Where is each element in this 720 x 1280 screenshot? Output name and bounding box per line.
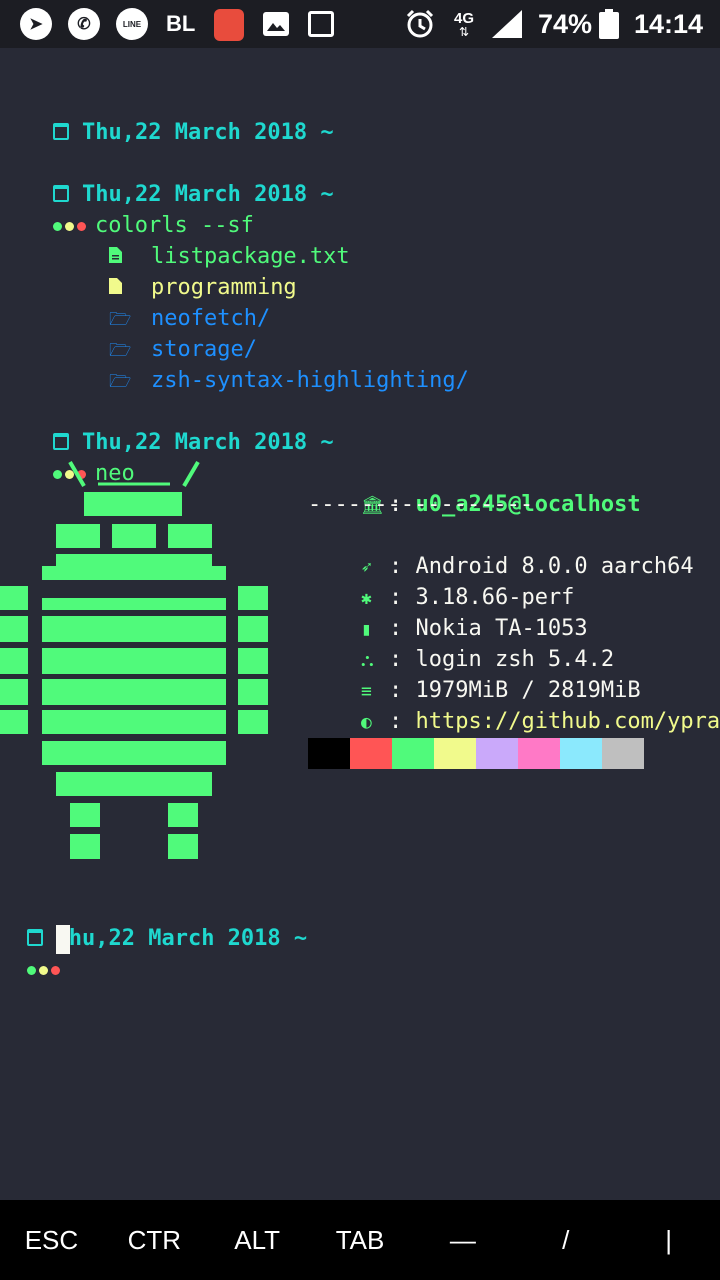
github-icon: ◐ xyxy=(360,712,372,733)
neofetch-memory: ≡: 1979MiB / 2819MiB xyxy=(308,644,641,703)
slash-key[interactable]: / xyxy=(514,1200,617,1280)
command-line: neo xyxy=(0,427,135,486)
network-indicator: 4G ⇅ xyxy=(453,9,474,39)
app-red-icon xyxy=(214,9,244,41)
alarm-icon xyxy=(404,8,436,40)
battery-icon xyxy=(598,8,620,40)
neofetch-os: ➶: Android 8.0.0 aarch64 xyxy=(308,520,694,579)
gallery-icon xyxy=(262,8,290,40)
pipe-key[interactable]: | xyxy=(617,1200,720,1280)
list-item: 🗁 storage/ xyxy=(56,303,257,362)
clock: 14:14 xyxy=(634,8,704,39)
prompt-date-line: Thu,22 March 2018 ~ xyxy=(0,148,334,207)
prompt-date-line: Thu,22 March 2018 ~ xyxy=(0,396,334,455)
list-item: programming xyxy=(56,241,297,300)
neofetch-separator: ----------------- xyxy=(308,492,534,517)
dash-key[interactable]: — xyxy=(411,1200,514,1280)
palette-swatch xyxy=(518,738,560,769)
prompt-date-line: Thu,22 March 2018 ~ xyxy=(0,86,334,145)
palette-swatch xyxy=(602,738,644,769)
folder-icon: 🗁 xyxy=(108,371,132,392)
prompt-dots-icon xyxy=(26,953,69,984)
calendar-icon xyxy=(52,122,69,140)
palette-swatch xyxy=(476,738,518,769)
alt-key[interactable]: ALT xyxy=(206,1200,309,1280)
neofetch-github: ◐: https://github.com/ypraw xyxy=(308,675,720,734)
status-bar: ➤ ✆ LINE BL 4G ⇅ 74% 14:14 xyxy=(0,0,720,48)
signal-icon xyxy=(490,8,524,40)
command-line: colorls --sf xyxy=(0,179,254,238)
list-item: listpackage.txt xyxy=(56,210,350,269)
esc-key[interactable]: ESC xyxy=(0,1200,103,1280)
palette-swatch xyxy=(308,738,350,769)
telegram-icon: ➤ xyxy=(20,8,52,40)
line-icon: LINE xyxy=(116,8,148,40)
palette-swatch xyxy=(434,738,476,769)
palette-swatch xyxy=(350,738,392,769)
list-item: 🗁 zsh-syntax-highlighting/ xyxy=(56,334,469,393)
extra-keys-bar: ESC CTR ALT TAB — / | xyxy=(0,1200,720,1280)
bl-icon: BL xyxy=(166,11,196,36)
neofetch-device: ▮: Nokia TA-1053 xyxy=(308,582,588,641)
tab-key[interactable]: TAB xyxy=(309,1200,412,1280)
battery-percent: 74% xyxy=(538,8,593,39)
neofetch-shell: ⛬: login zsh 5.4.2 xyxy=(308,613,614,672)
ctrl-key[interactable]: CTR xyxy=(103,1200,206,1280)
palette-swatch xyxy=(560,738,602,769)
terminal-cursor[interactable] xyxy=(56,925,70,954)
neofetch-kernel: ✱: 3.18.66-perf xyxy=(308,551,574,610)
list-item: 🗁 neofetch/ xyxy=(56,272,270,331)
palette-swatch xyxy=(392,738,434,769)
notification-icon xyxy=(308,8,334,40)
android-logo-art xyxy=(0,458,270,868)
whatsapp-icon: ✆ xyxy=(68,8,100,40)
color-palette xyxy=(308,738,644,769)
neofetch-user: 🏛: u0_a245@localhost xyxy=(308,458,641,517)
prompt-date-line: Thu,22 March 2018 ~ xyxy=(0,892,307,951)
